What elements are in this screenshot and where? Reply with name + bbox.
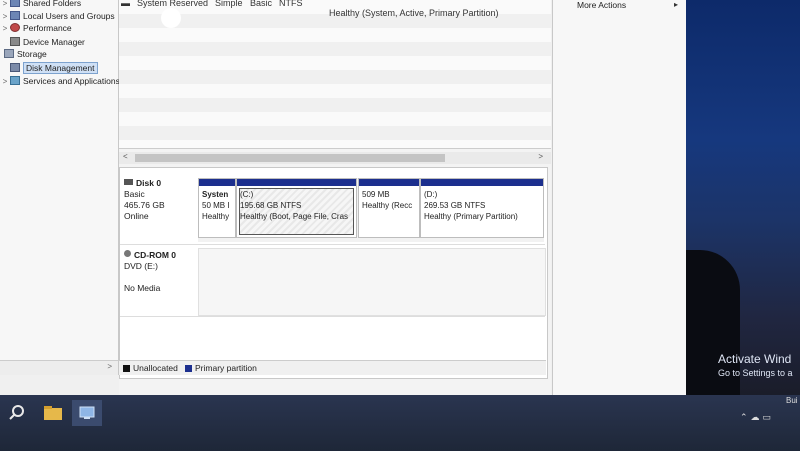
legend-primary: Primary partition — [185, 363, 257, 373]
system-tray-icons[interactable]: ⌃☁▭ — [740, 412, 774, 423]
disk-management-pane: ▬ System Reserved Simple Basic NTFS Heal… — [119, 0, 551, 395]
disk-graphical-view: Disk 0 Basic 465.76 GB Online Systen 50 … — [119, 167, 548, 379]
tree-item-shared-folders[interactable]: > Shared Folders — [0, 0, 81, 9]
cdrom-0-row[interactable]: CD-ROM 0 DVD (E:) No Media — [120, 244, 546, 317]
tray-text: Bui — [786, 396, 798, 405]
disk-name: Disk 0 — [136, 178, 162, 188]
actions-pane: More Actions ▸ — [552, 0, 686, 395]
legend-label: Unallocated — [133, 363, 178, 373]
partition-bar — [359, 179, 419, 186]
tree-horizontal-scrollbar[interactable]: > — [0, 360, 119, 375]
partition-size: 195.68 GB NTFS — [240, 201, 302, 210]
legend-bar: Unallocated Primary partition — [119, 360, 546, 375]
partition-bar — [237, 179, 356, 186]
tree-item-label: Device Manager — [23, 37, 85, 47]
partition-status: Healthy (Primary Partition) — [424, 212, 518, 221]
legend-swatch — [123, 365, 130, 372]
performance-icon — [10, 23, 20, 32]
tree-item-disk-management[interactable]: Disk Management — [0, 62, 98, 74]
partition-status: Healthy — [202, 212, 230, 221]
tree-item-label: Shared Folders — [23, 0, 82, 8]
partition-bar — [421, 179, 543, 186]
expand-caret[interactable]: > — [0, 76, 10, 88]
volume-list-scrollbar[interactable]: < > — [119, 152, 551, 164]
tree-item-storage[interactable]: Storage — [0, 48, 47, 60]
computer-management-icon[interactable] — [72, 400, 102, 426]
disk-state: Online — [124, 211, 149, 221]
tree-item-performance[interactable]: > Performance — [0, 22, 72, 34]
volume-layout: Simple — [215, 0, 243, 8]
scroll-left-arrow[interactable]: < — [123, 152, 128, 161]
partition-c[interactable]: (C:) 195.68 GB NTFS Healthy (Boot, Page … — [236, 178, 357, 238]
storage-icon — [4, 49, 14, 58]
volume-fs: NTFS — [279, 0, 303, 8]
more-actions[interactable]: More Actions — [577, 0, 626, 10]
disk-0-row[interactable]: Disk 0 Basic 465.76 GB Online Systen 50 … — [120, 168, 545, 245]
disk-icon — [124, 179, 133, 185]
activate-subtitle: Go to Settings to a — [718, 368, 793, 378]
partition-recovery[interactable]: 509 MB Healthy (Recc — [358, 178, 420, 238]
partition-status: Healthy (Boot, Page File, Cras — [240, 212, 349, 221]
partition-status: Healthy (Recc — [362, 201, 413, 210]
activate-title: Activate Wind — [718, 352, 792, 366]
disk-name: CD-ROM 0 — [134, 250, 177, 260]
legend-swatch — [185, 365, 192, 372]
computer-management-window: > Shared Folders > Local Users and Groups … — [0, 0, 686, 395]
disk-state: No Media — [124, 283, 161, 293]
console-tree: > Shared Folders > Local Users and Groups … — [0, 0, 120, 360]
partition-size: 269.53 GB NTFS — [424, 201, 486, 210]
expand-caret[interactable]: > — [0, 0, 10, 10]
users-icon — [10, 11, 20, 20]
tree-item-label: Local Users and Groups — [23, 11, 115, 21]
device-manager-icon — [10, 37, 20, 46]
partition-title: (D:) — [424, 190, 438, 199]
shared-folders-icon — [10, 0, 20, 7]
scroll-right-arrow[interactable]: > — [538, 152, 543, 161]
tree-item-device-manager[interactable]: Device Manager — [0, 36, 85, 48]
partition-bar — [199, 179, 235, 186]
disk-0-label[interactable]: Disk 0 Basic 465.76 GB Online — [124, 178, 194, 222]
partition-d[interactable]: (D:) 269.53 GB NTFS Healthy (Primary Par… — [420, 178, 544, 238]
disk-0-partitions: Systen 50 MB I Healthy (C:) 195.68 GB NT… — [198, 178, 544, 242]
tree-item-services-applications[interactable]: > Services and Applications — [0, 75, 120, 87]
legend-label: Primary partition — [195, 363, 257, 373]
tree-item-label: Services and Applications — [23, 76, 120, 86]
partition-title: (C:) — [240, 190, 254, 199]
cdrom-icon — [124, 250, 131, 257]
volume-list: ▬ System Reserved Simple Basic NTFS Heal… — [119, 0, 551, 149]
submenu-arrow-icon[interactable]: ▸ — [674, 0, 678, 9]
expand-caret[interactable]: > — [0, 23, 10, 35]
cdrom-0-area — [198, 248, 546, 316]
scroll-thumb[interactable] — [135, 154, 445, 162]
mouse-cursor-highlight — [161, 8, 181, 28]
partition-size: 50 MB I — [202, 201, 230, 210]
tree-item-label: Storage — [17, 49, 47, 59]
disk-type: DVD (E:) — [124, 261, 158, 271]
legend-unallocated: Unallocated — [123, 363, 178, 373]
disk-type: Basic — [124, 189, 145, 199]
volume-icon: ▬ — [121, 0, 130, 8]
tree-item-label: Performance — [23, 23, 72, 33]
desktop-wallpaper — [680, 0, 800, 400]
partition-size: 509 MB — [362, 190, 390, 199]
activate-windows-watermark: Activate Wind Go to Settings to a — [718, 352, 793, 378]
file-explorer-icon[interactable] — [38, 400, 68, 426]
volume-status: Healthy (System, Active, Primary Partiti… — [329, 8, 499, 18]
cdrom-0-label[interactable]: CD-ROM 0 DVD (E:) No Media — [124, 250, 194, 294]
disk-management-icon — [10, 63, 20, 72]
tree-item-label: Disk Management — [23, 62, 98, 74]
services-icon — [10, 76, 20, 85]
partition-system-reserved[interactable]: Systen 50 MB I Healthy — [198, 178, 236, 238]
disk-size: 465.76 GB — [124, 200, 165, 210]
partition-title: Systen — [202, 190, 229, 199]
scroll-right-arrow[interactable]: > — [107, 362, 112, 371]
volume-type: Basic — [250, 0, 273, 8]
volume-row[interactable]: ▬ System Reserved Simple Basic NTFS Heal… — [119, 0, 551, 18]
taskbar — [0, 395, 800, 451]
tree-item-local-users-groups[interactable]: > Local Users and Groups — [0, 10, 115, 22]
search-icon[interactable] — [2, 400, 32, 426]
